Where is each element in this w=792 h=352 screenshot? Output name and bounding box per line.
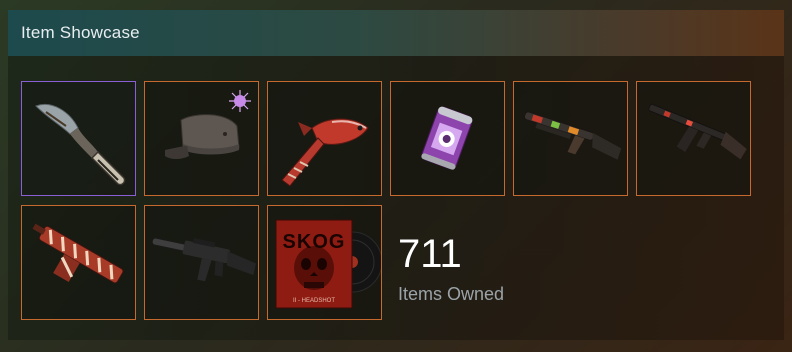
cap-icon	[165, 90, 251, 159]
shotgun-icon	[523, 111, 622, 160]
music-kit-brand: SKOG	[283, 231, 346, 253]
showcase-slot-machine-gun[interactable]	[21, 205, 136, 320]
fish-icon	[281, 118, 369, 187]
showcase-slot-music-kit[interactable]: SKOG II - HEADSHOT	[267, 205, 382, 320]
showcase-slot-fish[interactable]	[267, 81, 382, 196]
rifle-icon	[648, 103, 747, 160]
items-owned-label: Items Owned	[398, 284, 505, 304]
showcase-title: Item Showcase	[21, 23, 140, 42]
assault-rifle-icon	[151, 237, 256, 282]
showcase-slot-knife[interactable]	[21, 81, 136, 196]
soda-can-icon	[421, 106, 473, 170]
showcase-slot-shotgun[interactable]	[513, 81, 628, 196]
item-showcase-panel: Item Showcase SKOG II - HEADSHOT 711 Ite…	[8, 10, 784, 340]
items-owned-count: 711	[398, 232, 462, 276]
music-kit-subtitle: II - HEADSHOT	[293, 298, 335, 304]
showcase-slot-rifle[interactable]	[636, 81, 751, 196]
machine-gun-icon	[32, 223, 124, 284]
showcase-slot-soda-can[interactable]	[390, 81, 505, 196]
showcase-header: Item Showcase	[8, 10, 784, 56]
showcase-slot-assault-rifle[interactable]	[144, 205, 259, 320]
music-kit-icon: SKOG II - HEADSHOT	[275, 219, 381, 309]
showcase-slot-cap[interactable]	[144, 81, 259, 196]
knife-icon	[35, 104, 126, 186]
